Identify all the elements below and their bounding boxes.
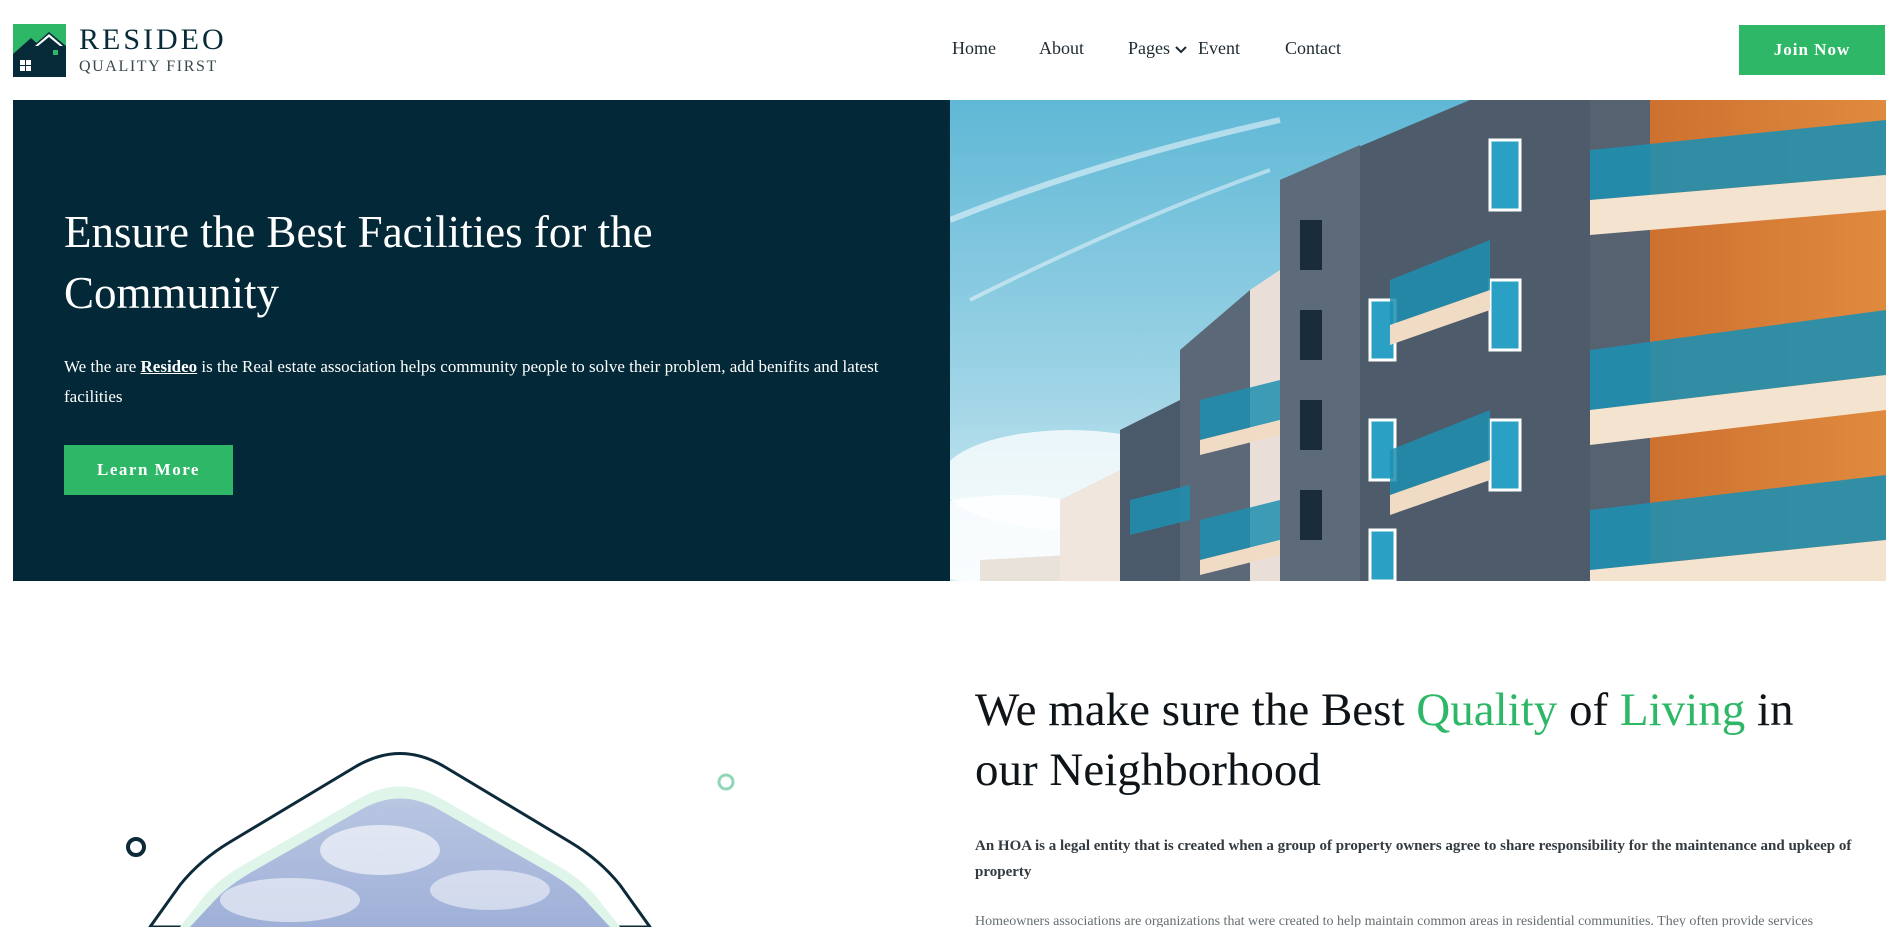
about-title-accent-living: Living <box>1619 684 1746 736</box>
learn-more-button[interactable]: Learn More <box>64 445 233 495</box>
nav-item-contact[interactable]: Contact <box>1285 38 1341 59</box>
about-section-title: We make sure the Best Quality of Living … <box>975 680 1855 800</box>
join-now-button[interactable]: Join Now <box>1739 25 1885 75</box>
house-logo-icon <box>13 24 66 77</box>
hero-desc-prefix: We the are <box>64 357 141 376</box>
hero-text-panel: Ensure the Best Facilities for the Commu… <box>13 100 950 581</box>
resideo-link[interactable]: Resideo <box>141 357 198 376</box>
nav-item-pages-label: Pages <box>1128 38 1170 58</box>
nav-item-about[interactable]: About <box>1039 38 1084 59</box>
brand-name: RESIDEO <box>79 22 227 56</box>
nav-item-pages[interactable]: Pages <box>1128 38 1188 59</box>
brand-tagline: QUALITY FIRST <box>79 57 218 75</box>
brand-logo[interactable]: RESIDEO QUALITY FIRST <box>13 24 227 77</box>
brand-wordmark: RESIDEO QUALITY FIRST <box>79 22 227 77</box>
hexagon-frame-graphic <box>126 752 735 927</box>
apartment-building-illustration <box>950 100 1886 581</box>
hero-section: Ensure the Best Facilities for the Commu… <box>13 100 1886 581</box>
about-title-accent-quality: Quality <box>1416 684 1558 736</box>
about-title-part2: of <box>1557 684 1620 736</box>
chevron-down-icon <box>1175 46 1187 54</box>
hero-building-image <box>950 100 1886 581</box>
main-nav: Home About Pages Event Contact <box>952 38 1341 59</box>
decor-circle-green <box>717 773 735 791</box>
about-body-text: Homeowners associations are organization… <box>975 914 1814 927</box>
decor-circle-dark <box>126 837 146 857</box>
about-lead-text: An HOA is a legal entity that is created… <box>975 838 1852 880</box>
nav-item-home[interactable]: Home <box>952 38 996 59</box>
about-title-part1: We make sure the Best <box>975 684 1417 736</box>
hexagon-image-illustration <box>110 720 880 927</box>
nav-item-event[interactable]: Event <box>1198 38 1240 59</box>
hero-title: Ensure the Best Facilities for the Commu… <box>64 207 653 318</box>
site-header: RESIDEO QUALITY FIRST Home About Pages E… <box>0 0 1902 100</box>
hero-description: We the are Resideo is the Real estate as… <box>64 352 924 412</box>
